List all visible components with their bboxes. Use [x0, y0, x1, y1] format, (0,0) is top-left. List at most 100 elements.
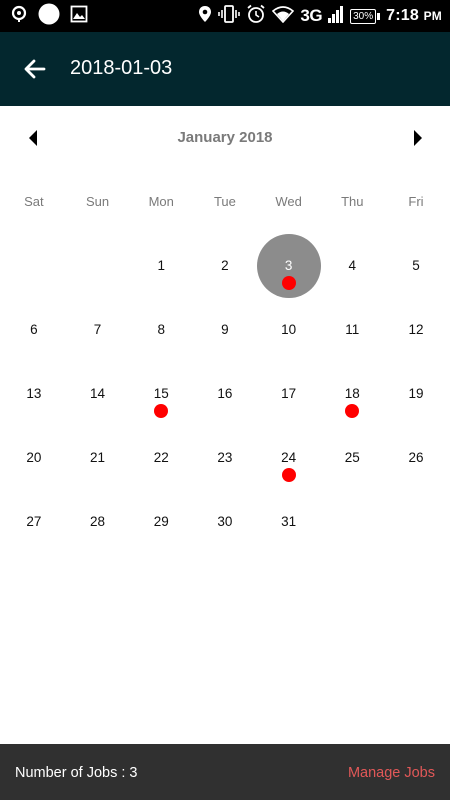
day-number: 10	[281, 322, 297, 337]
day-number: 1	[157, 258, 165, 273]
day-cell-10[interactable]: 10	[257, 298, 321, 362]
day-cell-12[interactable]: 12	[384, 298, 448, 362]
week-row: 6 7 8 9 10 11 12	[2, 298, 448, 362]
day-number: 28	[90, 514, 106, 529]
day-cell-6[interactable]: 6	[2, 298, 66, 362]
weekday-label: Mon	[148, 194, 174, 209]
location-icon	[198, 5, 212, 28]
day-cell-28[interactable]: 28	[66, 490, 130, 554]
empty-day-cell	[66, 234, 130, 298]
network-type: 3G	[300, 6, 323, 25]
day-number: 9	[221, 322, 229, 337]
clock-time: 7:18	[386, 7, 419, 24]
weekday-label: Wed	[275, 194, 302, 209]
bottom-bar: Number of Jobs : 3 Manage Jobs	[0, 744, 450, 800]
day-number: 21	[90, 450, 106, 465]
day-cell-14[interactable]: 14	[66, 362, 130, 426]
day-cell-15[interactable]: 15	[129, 362, 193, 426]
empty-day-cell	[320, 490, 384, 554]
day-cell-4[interactable]: 4	[320, 234, 384, 298]
circle-icon	[38, 3, 60, 30]
next-month-button[interactable]	[405, 126, 429, 150]
day-cell-27[interactable]: 27	[2, 490, 66, 554]
day-cell-21[interactable]: 21	[66, 426, 130, 490]
day-cell-1[interactable]: 1	[129, 234, 193, 298]
alarm-icon	[246, 4, 266, 29]
day-number: 12	[408, 322, 424, 337]
day-number: 4	[348, 258, 357, 273]
calendar-grid: 1 2 3 4 5 6 7 8 9 10 11 12 13 14 15 16 17 18 19 20 21 22 23 24 2…	[2, 234, 448, 554]
day-cell-5[interactable]: 5	[384, 234, 448, 298]
weekday-label: Sat	[24, 194, 44, 209]
week-row: 13 14 15 16 17 18 19	[2, 362, 448, 426]
clock: 7:18 PM	[386, 7, 442, 25]
day-number: 7	[93, 322, 102, 337]
day-cell-31[interactable]: 31	[257, 490, 321, 554]
month-navigation: January 2018	[0, 106, 450, 170]
job-indicator-dot	[281, 468, 296, 482]
day-cell-20[interactable]: 20	[2, 426, 66, 490]
job-indicator-dot	[154, 404, 169, 418]
day-cell-29[interactable]: 29	[129, 490, 193, 554]
day-cell-3[interactable]: 3	[256, 234, 321, 298]
battery-icon: 30%	[350, 8, 381, 24]
day-cell-8[interactable]: 8	[129, 298, 193, 362]
manage-jobs-button[interactable]: Manage Jobs	[348, 765, 435, 781]
day-cell-13[interactable]: 13	[2, 362, 66, 426]
day-number: 15	[153, 386, 169, 401]
day-cell-9[interactable]: 9	[193, 298, 257, 362]
day-cell-25[interactable]: 25	[320, 426, 384, 490]
day-number: 16	[217, 386, 233, 401]
day-cell-7[interactable]: 7	[66, 298, 130, 362]
location-pin-icon	[10, 5, 28, 28]
empty-day-cell	[384, 490, 448, 554]
day-number: 14	[90, 386, 106, 401]
day-number: 6	[30, 322, 38, 337]
arrow-back-icon	[24, 59, 46, 79]
weekday-label: Thu	[341, 194, 364, 209]
jobs-count-label: Number of Jobs : 3	[15, 765, 138, 781]
day-cell-2[interactable]: 2	[193, 234, 257, 298]
day-number: 13	[26, 386, 42, 401]
day-number: 17	[281, 386, 297, 401]
status-left	[10, 3, 88, 30]
day-number: 19	[408, 386, 424, 401]
day-cell-23[interactable]: 23	[193, 426, 257, 490]
day-cell-17[interactable]: 17	[257, 362, 321, 426]
job-indicator-dot	[345, 404, 360, 418]
wifi-icon	[272, 5, 295, 28]
day-number: 27	[26, 514, 42, 529]
day-number: 29	[153, 514, 169, 529]
month-title: January 2018	[177, 129, 273, 146]
day-number: 8	[157, 322, 165, 337]
day-number: 26	[408, 450, 424, 465]
day-number: 25	[344, 450, 360, 465]
week-row: 20 21 22 23 24 25 26	[2, 426, 448, 490]
weekday-label: Tue	[213, 194, 236, 209]
day-number: 31	[281, 514, 297, 529]
day-cell-16[interactable]: 16	[193, 362, 257, 426]
image-icon	[70, 5, 88, 28]
day-cell-22[interactable]: 22	[129, 426, 193, 490]
day-cell-18[interactable]: 18	[320, 362, 384, 426]
back-button[interactable]	[20, 54, 50, 84]
day-cell-26[interactable]: 26	[384, 426, 448, 490]
day-number: 24	[281, 450, 297, 465]
weekday-header: Sat Sun Mon Tue Wed Thu Fri	[2, 194, 448, 209]
day-cell-30[interactable]: 30	[193, 490, 257, 554]
day-number: 23	[217, 450, 233, 465]
week-row: 1 2 3 4 5	[2, 234, 448, 298]
weekday-label: Fri	[408, 194, 424, 209]
day-cell-24[interactable]: 24	[257, 426, 321, 490]
day-cell-19[interactable]: 19	[384, 362, 448, 426]
app-bar: 2018-01-03	[0, 32, 450, 106]
day-number: 5	[412, 258, 420, 273]
clock-ampm: PM	[423, 9, 442, 23]
day-cell-11[interactable]: 11	[320, 298, 384, 362]
status-right: 3G 30% 7:18 PM	[198, 4, 442, 29]
signal-icon	[328, 5, 344, 28]
status-bar: 3G 30% 7:18 PM	[0, 0, 450, 32]
day-number: 3	[284, 258, 293, 273]
day-number: 22	[153, 450, 169, 465]
caret-right-icon	[414, 130, 422, 146]
